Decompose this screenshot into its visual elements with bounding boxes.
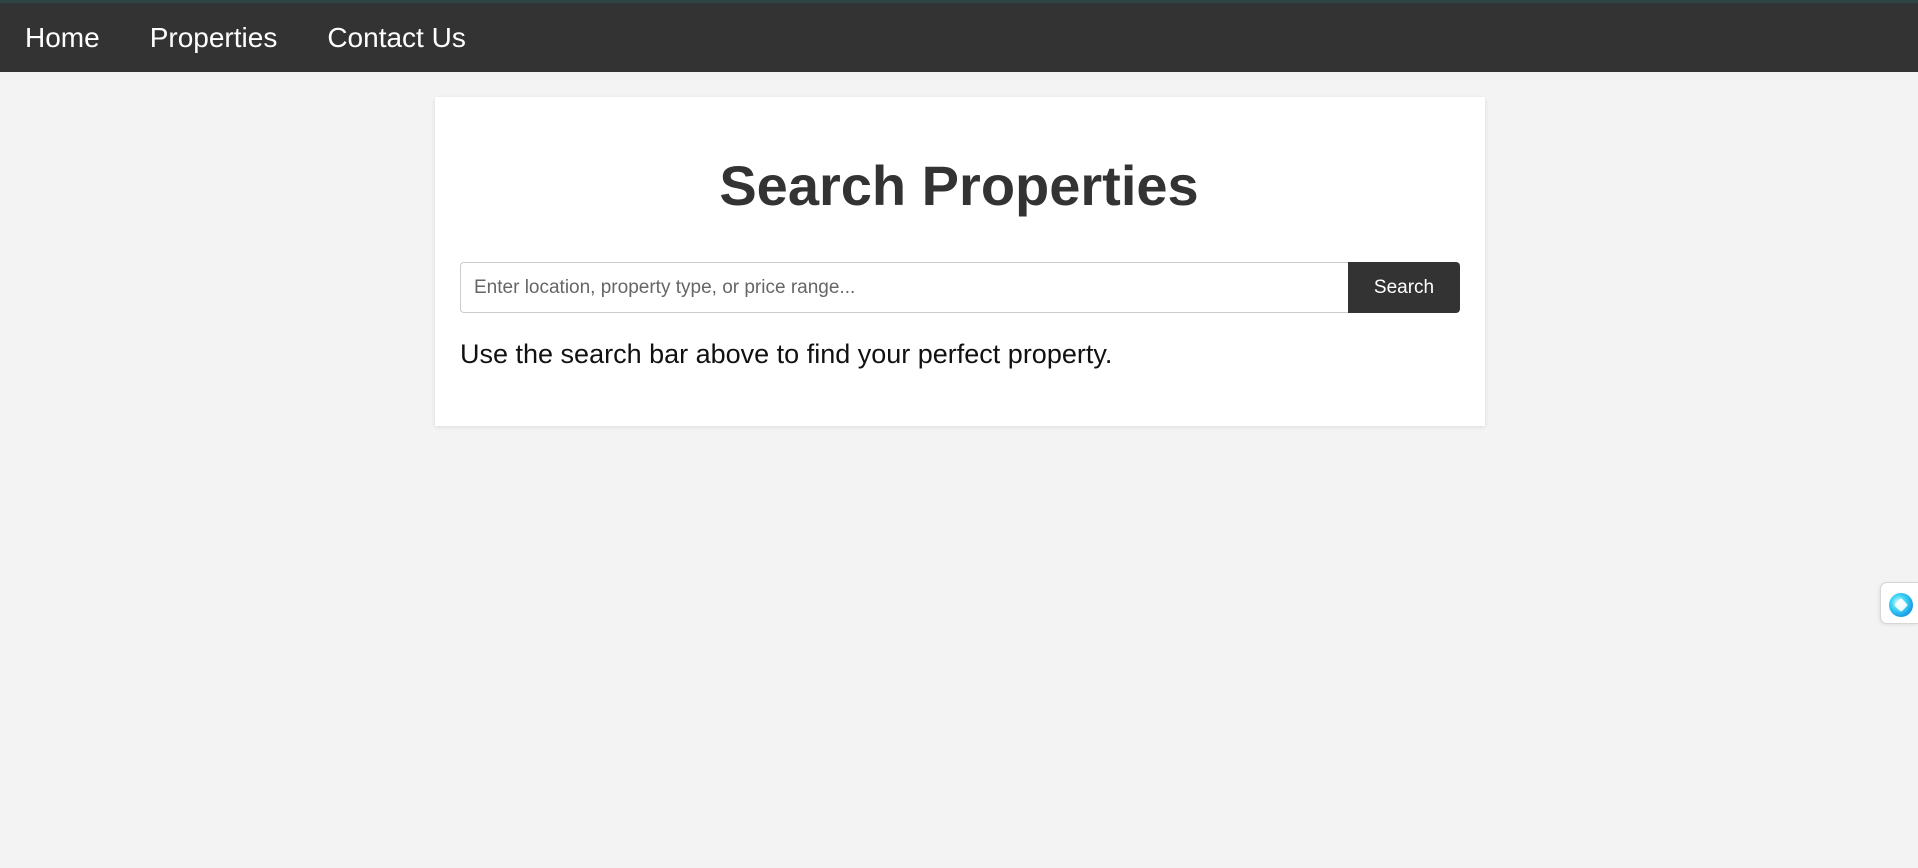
search-button[interactable]: Search <box>1348 262 1460 313</box>
assistant-orb-icon <box>1889 593 1913 617</box>
page-title: Search Properties <box>719 154 1199 217</box>
search-input[interactable] <box>460 262 1348 313</box>
search-bar: Search <box>460 262 1460 313</box>
side-assistant-widget[interactable] <box>1880 582 1918 624</box>
nav-link-home[interactable]: Home <box>25 23 100 52</box>
nav-link-properties[interactable]: Properties <box>150 23 278 52</box>
nav-link-contact-us[interactable]: Contact Us <box>327 23 466 52</box>
helper-text: Use the search bar above to find your pe… <box>460 339 1113 369</box>
top-navbar: Home Properties Contact Us <box>0 0 1918 72</box>
